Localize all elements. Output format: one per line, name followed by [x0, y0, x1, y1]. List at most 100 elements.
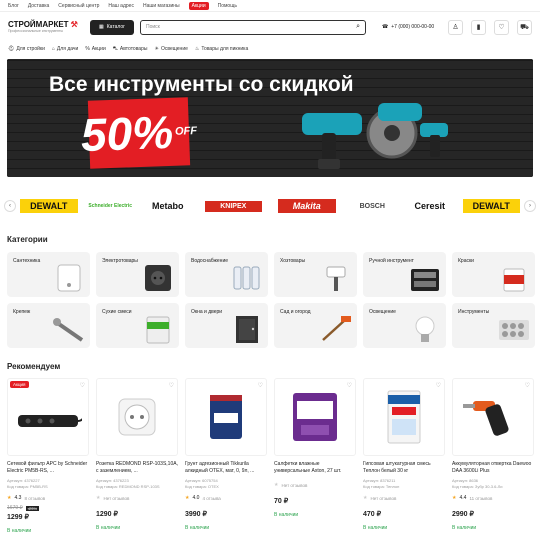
product-name[interactable]: Розетка REDMOND RSP-103S,10А, с заземлен… [96, 461, 178, 476]
nav-item-dacha[interactable]: ⌂ Для дачи [52, 46, 78, 52]
nav-label: Автотовары [119, 46, 148, 52]
product-rating: ★ Нет отзывов [96, 494, 178, 502]
catalog-button[interactable]: ▦ Каталог [90, 19, 134, 35]
product-code: Код товара: OTEX [185, 483, 219, 489]
review-count[interactable]: Нет отзывов [370, 496, 396, 501]
brand-makita[interactable]: Makita [278, 199, 336, 213]
product-card[interactable]: ♡ Аккумуляторная отвертка Daewoo DAA 3600… [452, 378, 534, 540]
nav-item-auto[interactable]: ⛍ Автотовары [113, 46, 148, 53]
product-image[interactable]: ♡ [363, 378, 445, 456]
brand-knipex[interactable]: KNIPEX [204, 200, 262, 212]
topbar-help-link[interactable]: Помощь [218, 3, 237, 9]
category-tile[interactable]: Окна и двери [185, 303, 268, 348]
heart-icon[interactable]: ♡ [258, 382, 263, 389]
review-count[interactable]: 8 отзывов [24, 496, 45, 501]
topbar-link-blog[interactable]: Блог [8, 3, 19, 9]
screw-icon [53, 318, 84, 342]
product-code: Код товара: REDMOND RSP-103S [96, 483, 160, 489]
brand-schneider[interactable]: Schneider Electric [82, 203, 140, 209]
filter-icon [233, 266, 260, 290]
brand-dewalt[interactable]: DEWALT [20, 199, 78, 213]
percent-icon: % [85, 46, 90, 52]
heart-icon[interactable]: ♡ [525, 382, 530, 389]
heart-icon[interactable]: ♡ [494, 19, 509, 35]
product-photo [387, 390, 421, 444]
category-tile[interactable]: Крепеж [7, 303, 90, 348]
category-tile[interactable]: Сухие смеси [96, 303, 179, 348]
paint-bucket-icon [503, 268, 525, 292]
cement-bag-icon [146, 316, 170, 344]
topbar-link-delivery[interactable]: Доставка [28, 3, 49, 9]
phone[interactable]: ☎ +7 (000) 000-00-00 [382, 24, 434, 30]
heart-icon[interactable]: ♡ [436, 382, 441, 389]
hammer-icon: ⚒ [70, 19, 78, 29]
category-tile[interactable]: Водоснабжение [185, 252, 268, 297]
topbar-link-shops[interactable]: Наши магазины [143, 3, 180, 9]
product-name[interactable]: Гипсовая штукатурная смесь Теплон белый … [363, 461, 445, 476]
promo-banner[interactable]: Все инструменты со скидкой 50% OFF [7, 59, 533, 177]
topbar-link-service[interactable]: Сервисный центр [58, 3, 99, 9]
category-tile[interactable]: Освещение [363, 303, 446, 348]
chevron-right-icon[interactable]: › [524, 200, 536, 212]
product-name[interactable]: Сетевой фильтр APC by Schneider Electric… [7, 461, 89, 476]
topbar-link-address[interactable]: Наш адрес [108, 3, 134, 9]
category-tile[interactable]: Электротовары [96, 252, 179, 297]
topbar-promo-link[interactable]: Акции [188, 1, 209, 10]
heart-icon[interactable]: ♡ [347, 382, 352, 389]
product-photo [118, 398, 156, 436]
category-tile[interactable]: Хозтовары [274, 252, 357, 297]
product-image[interactable]: ♡ [274, 378, 356, 456]
brand-ceresit[interactable]: Ceresit [401, 201, 459, 211]
search-icon[interactable]: ⌕ [356, 23, 360, 31]
star-icon: ★ [452, 495, 457, 502]
review-count[interactable]: Нет отзывов [103, 496, 129, 501]
user-icon[interactable]: ♙ [448, 19, 463, 35]
recommended-title: Рекомендуем [7, 362, 61, 371]
nav-item-picnic[interactable]: ♨ Товары для пикника [195, 46, 248, 52]
product-price: 1299 ₽ [7, 514, 29, 522]
grid-icon: ▦ [99, 24, 104, 30]
chevron-left-icon[interactable]: ‹ [4, 200, 16, 212]
nav-item-lighting[interactable]: ☀ Освещение [154, 46, 187, 52]
nav-item-construction[interactable]: ⛑ Для стройки [8, 46, 45, 52]
product-card[interactable]: Акция ♡ Сетевой фильтр APC by Schneider El… [7, 378, 89, 540]
category-tile[interactable]: Сад и огород [274, 303, 357, 348]
category-tile[interactable]: Ручной инструмент [363, 252, 446, 297]
logo[interactable]: СТРОЙМАРКЕТ ⚒ Профессиональные инструмент… [8, 19, 84, 34]
brand-dewalt-2[interactable]: DEWALT [462, 199, 520, 213]
product-card[interactable]: ♡ Салфетки влажные универсальные Axton, 2… [274, 378, 356, 540]
heart-icon[interactable]: ♡ [169, 382, 174, 389]
review-count[interactable]: Нет отзывов [281, 483, 307, 488]
product-image[interactable]: ♡ [185, 378, 267, 456]
product-card[interactable]: ♡ Гипсовая штукатурная смесь Теплон белый… [363, 378, 445, 540]
review-count[interactable]: 11 отзывов [469, 496, 492, 501]
logo-text: СТРОЙМАРКЕТ [8, 19, 69, 29]
cart-icon[interactable]: ⛟ [517, 19, 532, 35]
product-name[interactable]: Аккумуляторная отвертка Daewoo DAA 3600L… [452, 461, 534, 476]
review-count[interactable]: 4 отзыва [202, 496, 220, 501]
category-tile[interactable]: Краски [452, 252, 535, 297]
old-price: 1679 ₽ [7, 505, 23, 512]
category-tile[interactable]: Сантехника [7, 252, 90, 297]
search-input[interactable]: Поиск ⌕ [140, 19, 366, 35]
product-image[interactable]: Акция ♡ [7, 378, 89, 456]
product-name[interactable]: Грунт адгезионный Tikkurila алкидный OTE… [185, 461, 267, 476]
compare-icon[interactable]: ▮ [471, 19, 486, 35]
toolbox-icon [411, 269, 439, 291]
star-icon: ★ [96, 495, 101, 502]
product-image[interactable]: ♡ [96, 378, 178, 456]
product-name[interactable]: Салфетки влажные универсальные Axton, 27… [274, 461, 356, 476]
brand-metabo[interactable]: Metabo [139, 201, 197, 211]
brand-bosch[interactable]: BOSCH [344, 203, 402, 210]
star-icon: ★ [7, 495, 12, 502]
product-card[interactable]: ♡ Розетка REDMOND RSP-103S,10А, с заземле… [96, 378, 178, 540]
category-tile[interactable]: Инструменты [452, 303, 535, 348]
product-image[interactable]: ♡ [452, 378, 534, 456]
heart-icon[interactable]: ♡ [80, 382, 85, 389]
product-photo [463, 401, 509, 436]
nav-item-promo[interactable]: % Акции [85, 46, 105, 52]
product-meta: Артикул: 4376223 Код товара: REDMOND RSP-… [96, 478, 178, 489]
product-rating: ★ Нет отзывов [274, 481, 356, 489]
product-card[interactable]: ♡ Грунт адгезионный Tikkurila алкидный OT… [185, 378, 267, 540]
rating-value: 4.0 [192, 495, 200, 502]
